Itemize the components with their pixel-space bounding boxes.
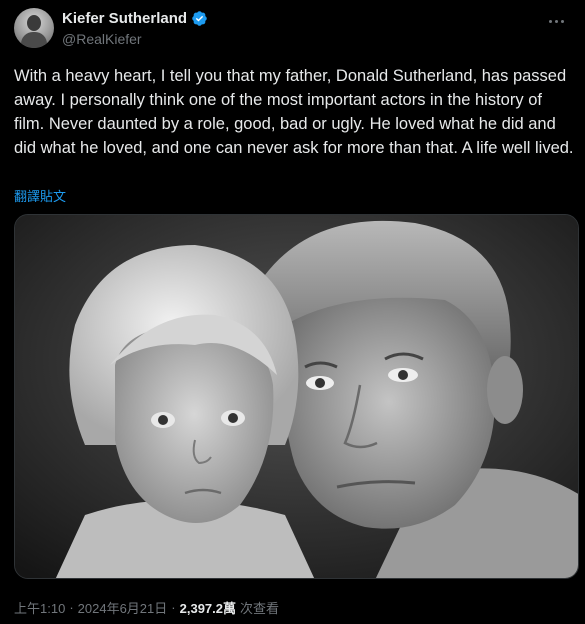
man-left-pupil — [315, 378, 325, 388]
more-dot — [554, 19, 558, 23]
author-handle[interactable]: @RealKiefer — [62, 31, 142, 47]
verified-badge-icon — [192, 11, 207, 26]
tweet-header: Kiefer Sutherland @RealKiefer — [14, 6, 571, 50]
author-display-name[interactable]: Kiefer Sutherland — [62, 10, 187, 27]
man-face — [282, 297, 495, 529]
name-row: Kiefer Sutherland — [62, 10, 208, 27]
avatar-head-shape — [27, 15, 41, 31]
child-left-pupil — [158, 415, 168, 425]
man-ear — [487, 356, 523, 424]
tweet-text: With a heavy heart, I tell you that my f… — [14, 67, 574, 157]
more-options-icon[interactable] — [545, 12, 567, 30]
author-avatar[interactable] — [14, 8, 54, 48]
tweet-photo[interactable] — [14, 214, 579, 579]
views-label: 次查看 — [240, 601, 280, 616]
tweet-meta: 上午1:10 · 2024年6月21日 · 2,397.2萬 次查看 — [14, 598, 279, 617]
more-dot — [548, 19, 552, 23]
meta-separator: · — [171, 600, 176, 615]
tweet-date[interactable]: 2024年6月21日 — [78, 598, 168, 617]
meta-separator: · — [69, 600, 74, 615]
tweet-time[interactable]: 上午1:10 — [14, 598, 65, 617]
avatar-body-shape — [21, 32, 47, 48]
child-right-pupil — [228, 413, 238, 423]
views-count: 2,397.2萬 — [179, 601, 236, 616]
man-right-pupil — [398, 370, 408, 380]
black-and-white-photo — [15, 215, 578, 578]
more-dot — [560, 19, 564, 23]
translate-post-link[interactable]: 翻譯貼文 — [14, 186, 66, 205]
